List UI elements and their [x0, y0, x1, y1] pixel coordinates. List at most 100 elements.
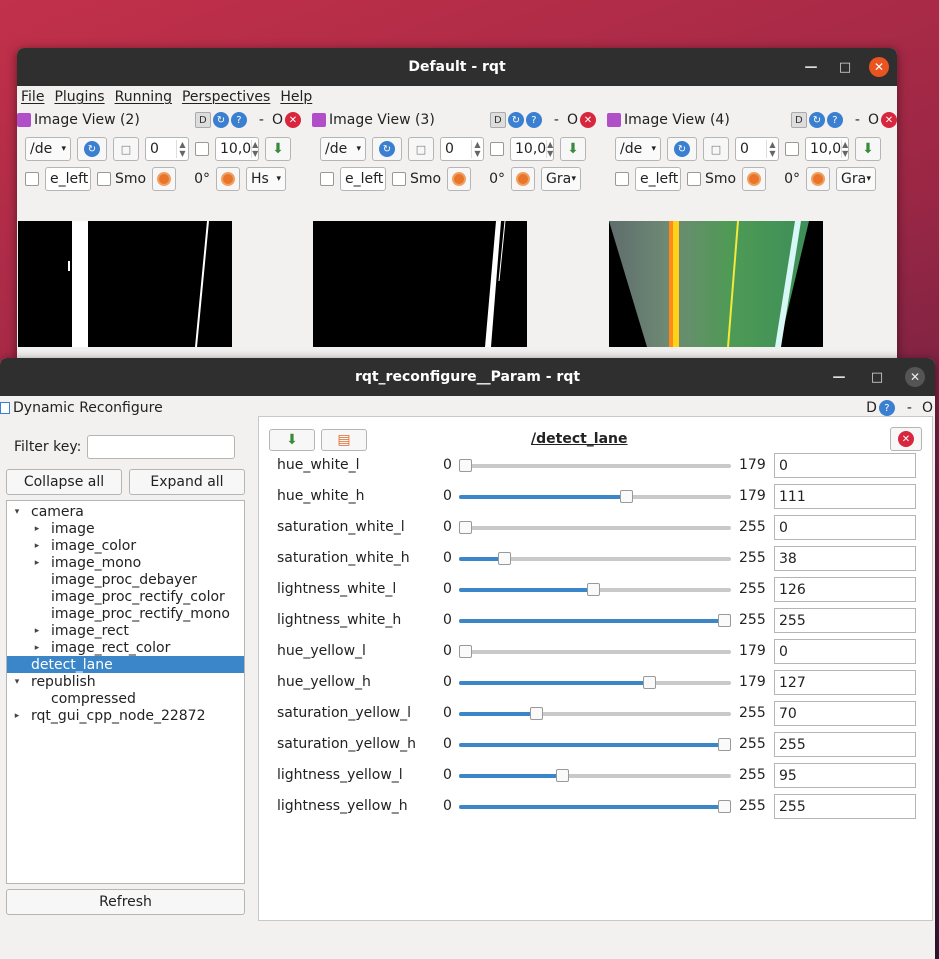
rotate-right-button[interactable] — [806, 167, 831, 191]
param-slider[interactable] — [459, 521, 731, 534]
help-icon[interactable]: ? — [230, 112, 247, 128]
float-pane-button[interactable]: O — [868, 112, 879, 128]
menu-running[interactable]: Running — [115, 89, 172, 105]
expand-arrow-icon[interactable]: ▸ — [31, 626, 43, 636]
expand-all-button[interactable]: Expand all — [129, 469, 245, 495]
tree-item-image-color[interactable]: ▸ image_color — [7, 537, 244, 554]
help-icon[interactable]: ? — [826, 112, 843, 128]
expand-arrow-icon[interactable]: ▾ — [11, 507, 23, 517]
float-pane-button[interactable]: O — [922, 400, 933, 416]
slider-handle[interactable] — [459, 521, 472, 534]
dock-button[interactable]: D — [866, 400, 877, 416]
minimize-pane-button[interactable]: - — [554, 112, 559, 128]
slider-handle[interactable] — [459, 645, 472, 658]
tree-item-rqt-gui-cpp-node-22872[interactable]: ▸ rqt_gui_cpp_node_22872 — [7, 707, 244, 724]
refresh-topics-button[interactable]: ↻ — [77, 137, 107, 161]
close-node-button[interactable]: ✕ — [890, 427, 922, 451]
expand-arrow-icon[interactable]: ▾ — [11, 677, 23, 687]
slider-handle[interactable] — [718, 800, 731, 813]
rotate-left-button[interactable] — [447, 167, 472, 191]
tree-item-camera[interactable]: ▾ camera — [7, 503, 244, 520]
zoom-button[interactable]: □ — [703, 137, 729, 161]
param-value-input[interactable]: 0 — [774, 453, 916, 478]
close-pane-icon[interactable]: ✕ — [580, 112, 596, 128]
minimize-button[interactable]: — — [829, 367, 849, 387]
param-value-input[interactable]: 255 — [774, 608, 916, 633]
param-slider[interactable] — [459, 459, 731, 472]
minimize-pane-button[interactable]: - — [855, 112, 860, 128]
slider-handle[interactable] — [620, 490, 633, 503]
dock-button[interactable]: D — [790, 112, 807, 128]
checkbox[interactable] — [25, 172, 39, 186]
help-icon[interactable]: ? — [525, 112, 542, 128]
param-slider[interactable] — [459, 583, 731, 596]
load-button[interactable]: ⬇ — [269, 429, 315, 451]
param-value-input[interactable]: 255 — [774, 794, 916, 819]
zoom-button[interactable]: □ — [113, 137, 139, 161]
maximize-button[interactable]: □ — [867, 367, 887, 387]
slider-handle[interactable] — [643, 676, 656, 689]
zoom-button[interactable]: □ — [408, 137, 434, 161]
tree-item-detect-lane[interactable]: detect_lane — [7, 656, 244, 673]
maximize-button[interactable]: □ — [835, 57, 855, 77]
topic-name-input[interactable]: e_left — [635, 167, 681, 191]
refresh-topics-button[interactable]: ↻ — [667, 137, 697, 161]
param-value-input[interactable]: 126 — [774, 577, 916, 602]
slider-handle[interactable] — [459, 459, 472, 472]
expand-arrow-icon[interactable]: ▸ — [31, 558, 43, 568]
checkbox[interactable] — [785, 142, 799, 156]
checkbox[interactable] — [490, 142, 504, 156]
param-value-input[interactable]: 0 — [774, 639, 916, 664]
param-slider[interactable] — [459, 490, 731, 503]
zoom-spinbox[interactable]: 0 ▲ ▼ — [440, 137, 484, 161]
param-slider[interactable] — [459, 676, 731, 689]
collapse-all-button[interactable]: Collapse all — [6, 469, 122, 495]
tree-item-image-proc-rectify-mono[interactable]: image_proc_rectify_mono — [7, 605, 244, 622]
value-spinbox[interactable]: 10,0 ▲ ▼ — [215, 137, 259, 161]
close-pane-icon[interactable]: ✕ — [881, 112, 897, 128]
tree-item-image-rect[interactable]: ▸ image_rect — [7, 622, 244, 639]
minimize-pane-button[interactable]: - — [259, 112, 264, 128]
zoom-spinbox[interactable]: 0 ▲ ▼ — [735, 137, 779, 161]
smooth-checkbox[interactable] — [392, 172, 406, 186]
minimize-pane-button[interactable]: - — [907, 400, 912, 416]
help-icon[interactable]: ? — [878, 400, 895, 416]
value-spinbox[interactable]: 10,0 ▲ ▼ — [510, 137, 554, 161]
rotate-left-button[interactable] — [742, 167, 767, 191]
dock-button[interactable]: D — [194, 112, 211, 128]
expand-arrow-icon[interactable]: ▸ — [11, 711, 23, 721]
menu-file[interactable]: File — [21, 89, 44, 105]
param-value-input[interactable]: 127 — [774, 670, 916, 695]
tree-item-republish[interactable]: ▾ republish — [7, 673, 244, 690]
param-slider[interactable] — [459, 614, 731, 627]
tree-item-image-proc-debayer[interactable]: image_proc_debayer — [7, 571, 244, 588]
param-slider[interactable] — [459, 645, 731, 658]
value-spinbox[interactable]: 10,0 ▲ ▼ — [805, 137, 849, 161]
smooth-checkbox[interactable] — [97, 172, 111, 186]
slider-handle[interactable] — [530, 707, 543, 720]
save-image-button[interactable]: ⬇ — [560, 137, 586, 161]
menu-help[interactable]: Help — [280, 89, 312, 105]
slider-handle[interactable] — [498, 552, 511, 565]
param-value-input[interactable]: 38 — [774, 546, 916, 571]
topic-name-input[interactable]: e_left — [45, 167, 91, 191]
save-image-button[interactable]: ⬇ — [265, 137, 291, 161]
checkbox[interactable] — [615, 172, 629, 186]
save-button[interactable]: ▤ — [321, 429, 367, 451]
filter-key-input[interactable] — [87, 435, 236, 459]
node-tree[interactable]: ▾ camera ▸ image ▸ image_color ▸ image_mono imag… — [6, 500, 245, 884]
rotate-right-button[interactable] — [511, 167, 536, 191]
reload-icon[interactable]: ↻ — [808, 112, 825, 128]
minimize-button[interactable]: — — [801, 57, 821, 77]
param-value-input[interactable]: 111 — [774, 484, 916, 509]
close-button[interactable]: ✕ — [905, 367, 925, 387]
param-slider[interactable] — [459, 738, 731, 751]
tree-item-image-proc-rectify-color[interactable]: image_proc_rectify_color — [7, 588, 244, 605]
smooth-checkbox[interactable] — [687, 172, 701, 186]
slider-handle[interactable] — [718, 614, 731, 627]
expand-arrow-icon[interactable]: ▸ — [31, 541, 43, 551]
save-image-button[interactable]: ⬇ — [855, 137, 881, 161]
checkbox[interactable] — [195, 142, 209, 156]
topic-combo[interactable]: /de ▾ — [25, 137, 71, 161]
color-mode-combo[interactable]: Gra ▾ — [541, 167, 582, 191]
